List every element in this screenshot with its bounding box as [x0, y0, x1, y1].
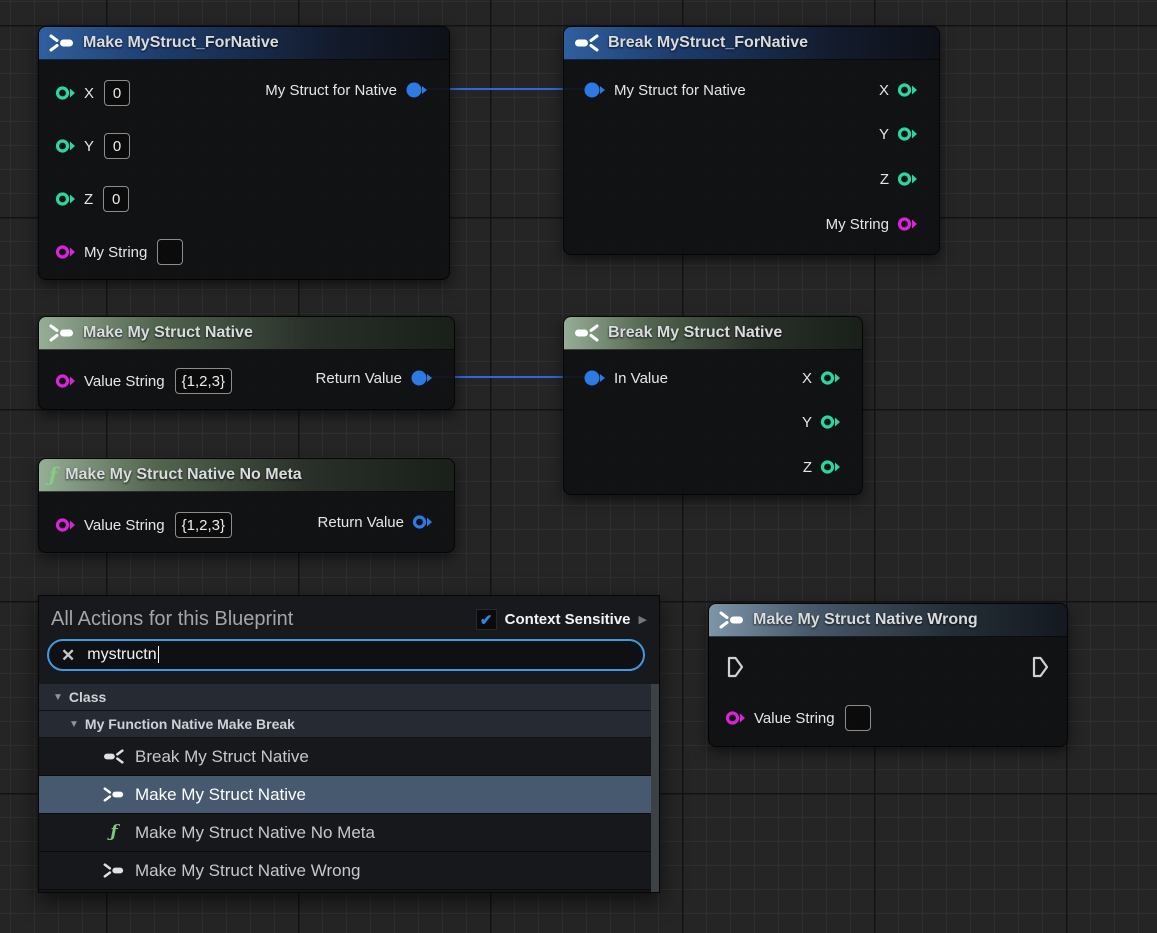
- make-struct-icon: [49, 324, 75, 342]
- action-item-make-my-struct-native-wrong[interactable]: Make My Struct Native Wrong: [39, 852, 651, 890]
- menu-title: All Actions for this Blueprint: [51, 608, 293, 631]
- blueprint-actions-menu: All Actions for this Blueprint ✔ Context…: [38, 595, 660, 893]
- pin-output-y[interactable]: [897, 126, 918, 142]
- expand-arrow-icon[interactable]: ▶: [639, 613, 647, 626]
- pin-label: Y: [802, 414, 812, 431]
- value-input-my-string[interactable]: [157, 239, 183, 265]
- pin-label: Value String: [754, 710, 835, 727]
- node-header[interactable]: Break My Struct Native: [564, 317, 862, 350]
- action-list: ▼ Class ▼ My Function Native Make Break …: [39, 684, 651, 892]
- pin-label: Y: [84, 138, 94, 155]
- node-break-my-struct-native[interactable]: Break My Struct Native In Value X Y Z: [563, 316, 863, 495]
- pin-output-z[interactable]: [897, 171, 918, 187]
- pin-label: My String: [826, 216, 889, 233]
- category-class[interactable]: ▼ Class: [39, 684, 651, 711]
- function-icon: ƒ: [49, 466, 57, 485]
- break-struct-icon: [103, 749, 125, 764]
- pin-label: Return Value: [318, 514, 404, 531]
- action-item-make-my-struct-native[interactable]: Make My Struct Native: [39, 776, 651, 814]
- action-label: Make My Struct Native Wrong: [135, 861, 360, 881]
- menu-scrollbar[interactable]: [651, 684, 659, 892]
- text-caret: [158, 646, 159, 663]
- node-make-mystruct-fornative[interactable]: Make MyStruct_ForNative X 0 My Struct fo…: [38, 26, 450, 280]
- action-label: Make My Struct Native: [135, 785, 306, 805]
- node-title: Break MyStruct_ForNative: [608, 34, 808, 52]
- node-make-my-struct-native-wrong[interactable]: Make My Struct Native Wrong Value String: [708, 603, 1068, 747]
- pin-input-my-string[interactable]: [55, 244, 76, 260]
- blueprint-graph-canvas[interactable]: Make MyStruct_ForNative X 0 My Struct fo…: [0, 0, 1157, 933]
- pin-label: Y: [879, 126, 889, 143]
- value-input-y[interactable]: 0: [104, 133, 130, 159]
- node-title: Make MyStruct_ForNative: [83, 34, 279, 52]
- pin-label: My String: [84, 244, 147, 261]
- node-title: Break My Struct Native: [608, 324, 782, 342]
- context-sensitive-checkbox[interactable]: ✔: [476, 609, 497, 630]
- pin-label: Z: [880, 171, 889, 188]
- pin-label: Z: [803, 459, 812, 476]
- context-sensitive-label: Context Sensitive: [505, 611, 631, 628]
- action-search-input[interactable]: ✕ mystructn: [47, 639, 645, 671]
- node-header[interactable]: Make MyStruct_ForNative: [39, 27, 449, 60]
- make-struct-icon: [49, 34, 75, 52]
- disclosure-triangle-icon[interactable]: ▼: [53, 692, 63, 703]
- node-break-mystruct-fornative[interactable]: Break MyStruct_ForNative My Struct for N…: [563, 26, 940, 255]
- action-item-break-my-struct-native[interactable]: Break My Struct Native: [39, 738, 651, 776]
- node-make-my-struct-native[interactable]: Make My Struct Native Value String {1,2,…: [38, 316, 455, 410]
- pin-output-struct[interactable]: [405, 81, 428, 99]
- node-header[interactable]: Break MyStruct_ForNative: [564, 27, 939, 60]
- break-struct-icon: [574, 324, 600, 342]
- pin-label: My Struct for Native: [265, 82, 397, 99]
- node-title: Make My Struct Native: [83, 324, 253, 342]
- disclosure-triangle-icon[interactable]: ▼: [69, 719, 79, 730]
- pin-output-return-value[interactable]: [410, 369, 433, 387]
- pin-output-x[interactable]: [897, 82, 918, 98]
- category-my-function-native-make-break[interactable]: ▼ My Function Native Make Break: [39, 711, 651, 738]
- pin-output-my-string[interactable]: [897, 216, 918, 232]
- function-icon: ƒ: [103, 824, 125, 841]
- pin-output-x[interactable]: [820, 370, 841, 386]
- node-header[interactable]: Make My Struct Native Wrong: [709, 604, 1067, 637]
- action-item-make-my-struct-native-no-meta[interactable]: ƒ Make My Struct Native No Meta: [39, 814, 651, 852]
- value-input-z[interactable]: 0: [103, 186, 129, 212]
- pin-label: X: [879, 82, 889, 99]
- category-label: My Function Native Make Break: [85, 716, 295, 732]
- pin-output-z[interactable]: [820, 459, 841, 475]
- node-header[interactable]: Make My Struct Native: [39, 317, 454, 350]
- check-icon: ✔: [480, 611, 493, 629]
- make-struct-icon: [103, 787, 125, 802]
- pin-input-value-string[interactable]: [725, 710, 746, 726]
- exec-input-pin[interactable]: [727, 656, 744, 678]
- action-label: Break My Struct Native: [135, 747, 309, 767]
- node-header[interactable]: ƒ Make My Struct Native No Meta: [39, 459, 454, 492]
- make-struct-icon: [719, 611, 745, 629]
- break-struct-icon: [574, 34, 600, 52]
- pin-input-y[interactable]: [55, 138, 76, 154]
- value-input-string[interactable]: [845, 705, 871, 731]
- action-label: Make My Struct Native No Meta: [135, 823, 375, 843]
- search-query-text: mystructn: [87, 646, 158, 664]
- node-make-my-struct-native-no-meta[interactable]: ƒ Make My Struct Native No Meta Value St…: [38, 458, 455, 553]
- pin-output-return-value[interactable]: [412, 514, 433, 530]
- pin-label: Return Value: [316, 370, 402, 387]
- pin-input-z[interactable]: [55, 191, 76, 207]
- node-title: Make My Struct Native No Meta: [65, 466, 302, 484]
- node-title: Make My Struct Native Wrong: [753, 611, 978, 629]
- pin-label: Z: [84, 191, 93, 208]
- clear-search-icon[interactable]: ✕: [61, 647, 75, 664]
- pin-label: X: [802, 370, 812, 387]
- category-label: Class: [69, 689, 106, 705]
- pin-output-y[interactable]: [820, 414, 841, 430]
- make-struct-icon: [103, 863, 125, 878]
- exec-output-pin[interactable]: [1032, 656, 1049, 678]
